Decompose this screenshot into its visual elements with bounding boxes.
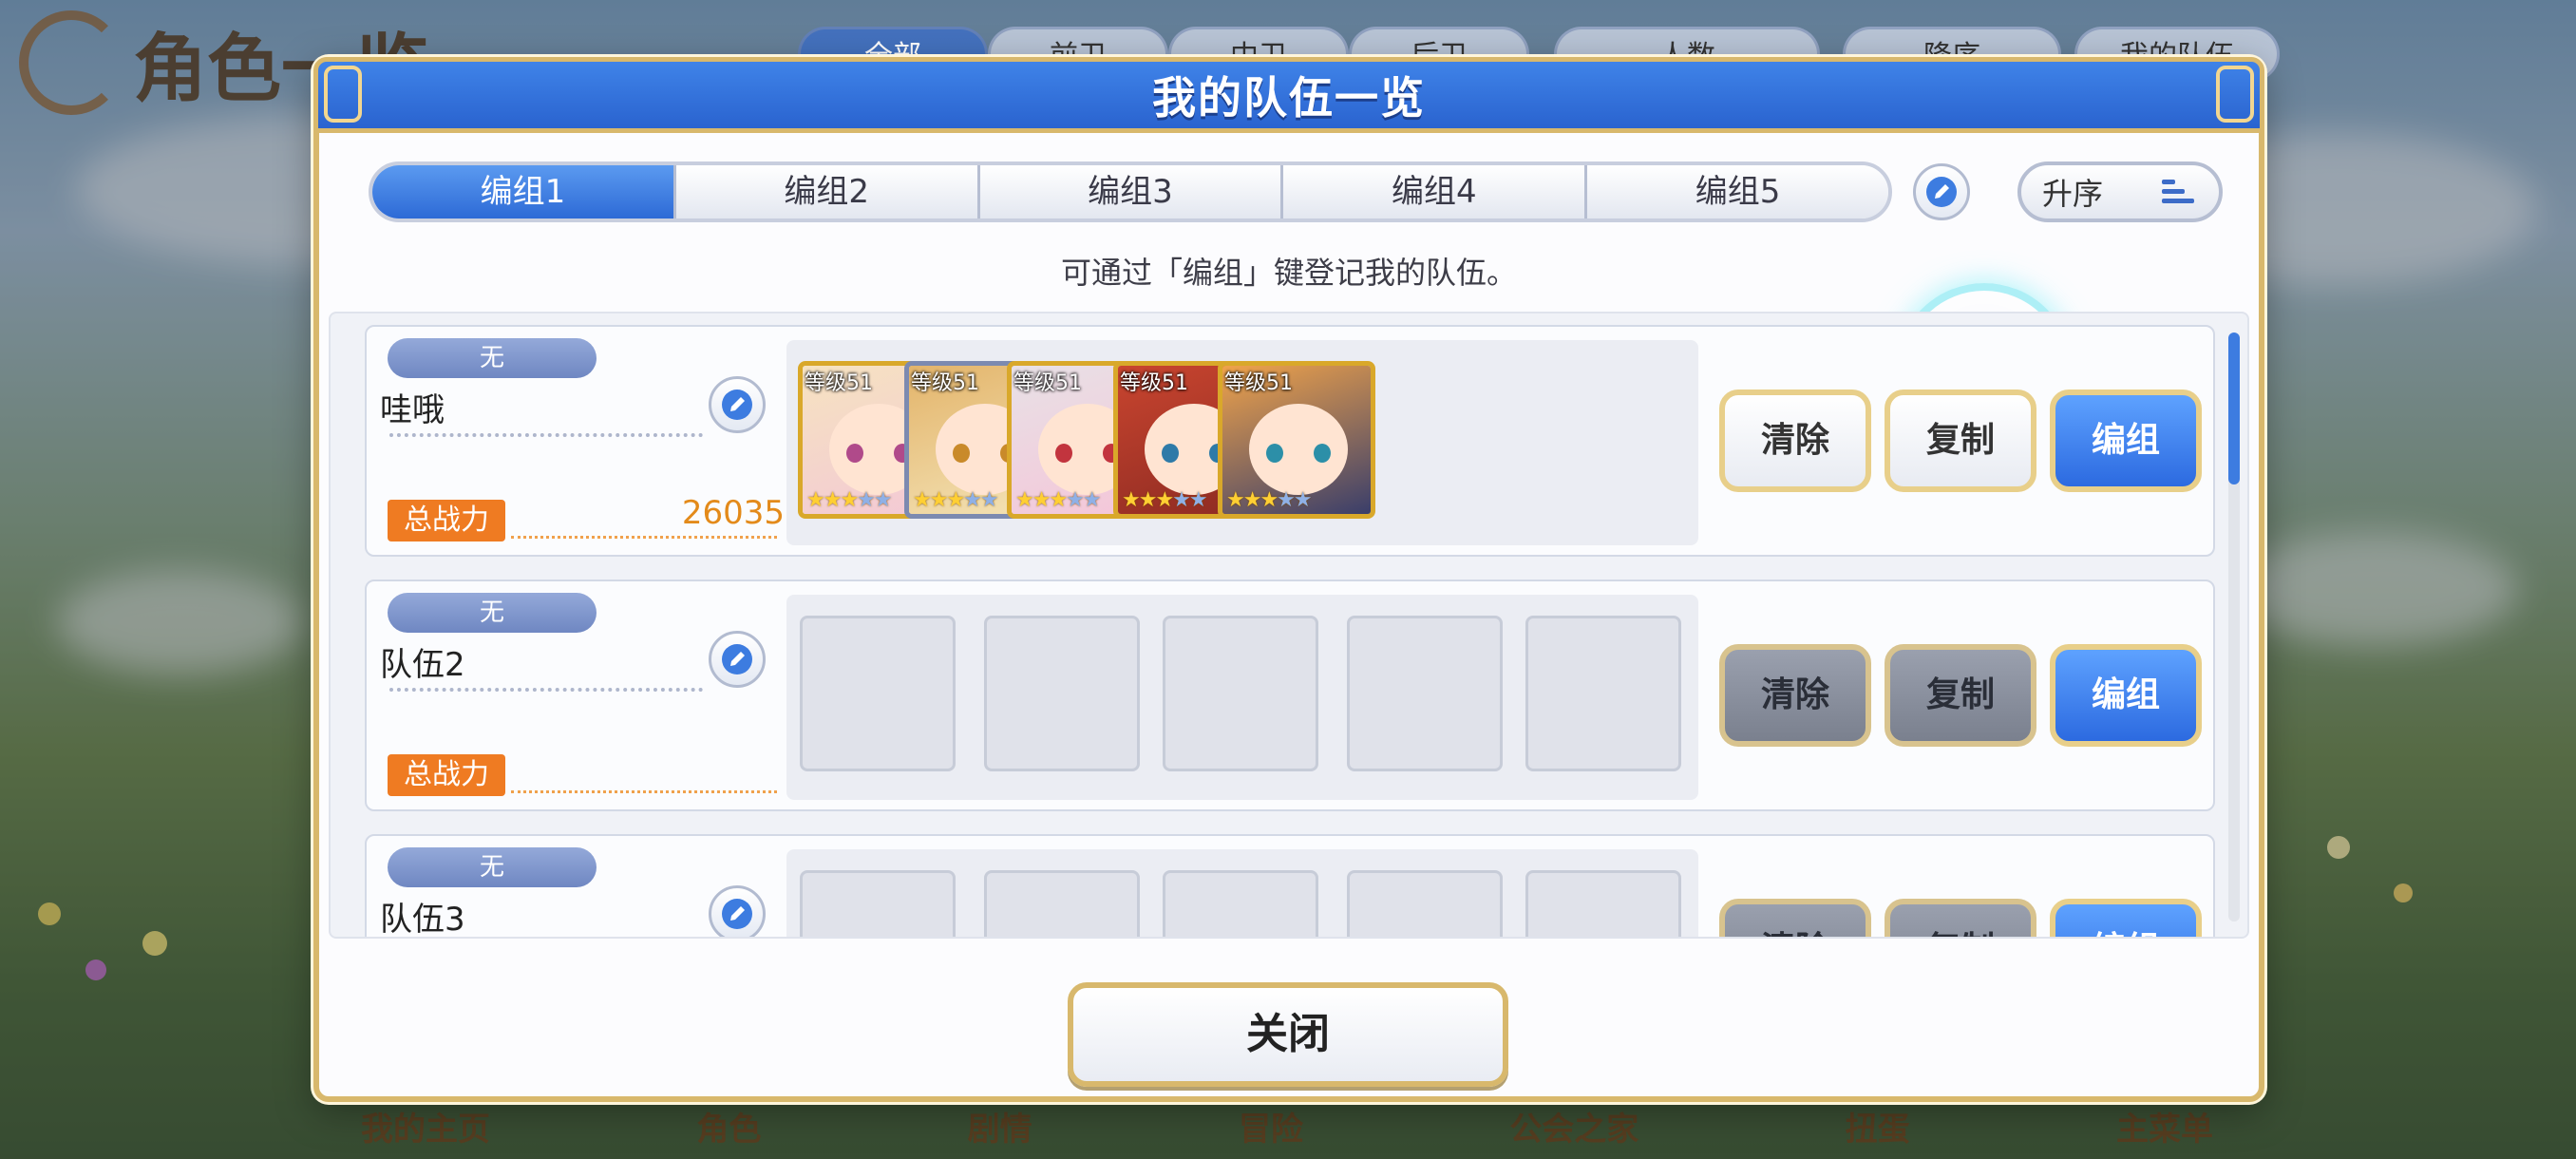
character-level: 等级51 [1224,371,1293,395]
close-button[interactable]: 关闭 [1068,982,1508,1087]
character-level: 等级51 [805,371,873,395]
character-eye [1314,444,1331,463]
bottom-nav: 我的主页 角色 剧情 冒险 公会之家 扭蛋 主菜单 [285,1092,2289,1159]
star-rating: ★★★★★ [806,488,893,512]
character-level: 等级51 [1013,371,1082,395]
character-eye [1162,444,1179,463]
team-member-slots [786,849,1698,937]
team-row-2: 无 队伍2 总战力 清除 复制 编组 [365,580,2215,811]
sort-order-button[interactable]: 升序 [2017,162,2223,222]
tab-group-3[interactable]: 编组3 [979,165,1284,218]
team-tag-badge: 无 [388,593,597,633]
team-tag-badge: 无 [388,847,597,887]
empty-member-slot[interactable] [800,616,956,771]
scroll-thumb[interactable] [2228,332,2240,484]
nav-my-page: 我的主页 [361,1110,490,1149]
star-rating: ★★★★★ [1226,488,1313,512]
power-underline [511,790,777,793]
pencil-icon [722,644,752,674]
rename-team-button[interactable] [709,631,766,688]
character-eye [1266,444,1283,463]
edit-team-button[interactable]: 编组 [2050,390,2202,492]
rename-group-button[interactable] [1913,163,1970,220]
team-name: 队伍2 [380,646,465,684]
sort-lines-icon [2162,180,2194,203]
empty-member-slot[interactable] [984,870,1140,937]
group-tabs: 编组1 编组2 编组3 编组4 编组5 [369,162,1892,222]
my-team-list-dialog: 我的队伍一览 编组1 编组2 编组3 编组4 编组5 升序 可通过「编组」键登记… [313,57,2264,1102]
star-rating: ★★★★★ [1122,488,1208,512]
character-face [1249,404,1348,495]
total-power-label: 总战力 [388,500,505,542]
empty-member-slot[interactable] [800,870,956,937]
edit-team-button[interactable]: 编组 [2050,899,2202,937]
total-power-value: 26035 [681,494,785,532]
team-name: 队伍3 [380,901,465,939]
empty-member-slot[interactable] [1347,870,1503,937]
copy-team-button[interactable]: 复制 [1885,644,2036,747]
tab-group-2[interactable]: 编组2 [675,165,980,218]
rename-team-button[interactable] [709,885,766,937]
team-row-3: 无 队伍3 清除 复制 编组 [365,834,2215,939]
corner-ornament-icon [324,66,362,123]
character-eye [953,444,970,463]
clear-team-button[interactable]: 清除 [1719,644,1871,747]
rename-team-button[interactable] [709,376,766,433]
copy-team-button[interactable]: 复制 [1885,390,2036,492]
star-rating: ★★★★★ [1015,488,1102,512]
copy-team-button[interactable]: 复制 [1885,899,2036,937]
team-member-slots [786,595,1698,800]
character-eye [1055,444,1072,463]
name-underline [389,688,703,692]
character-level: 等级51 [911,371,979,395]
power-underline [511,536,777,539]
pencil-icon [722,899,752,929]
team-list-scrollbar[interactable] [2228,332,2240,922]
tab-group-4[interactable]: 编组4 [1283,165,1588,218]
empty-member-slot[interactable] [1163,616,1318,771]
nav-gacha: 扭蛋 [1845,1110,1910,1149]
name-underline [389,433,703,437]
nav-main-menu: 主菜单 [2115,1110,2213,1149]
nav-story: 剧情 [967,1110,1032,1149]
tab-group-1[interactable]: 编组1 [372,165,676,218]
pencil-icon [1926,177,1957,207]
empty-member-slot[interactable] [1347,616,1503,771]
empty-member-slot[interactable] [1525,870,1681,937]
team-row-1: 无 哇哦 总战力 26035 等级51 ★★★★★ 等级51 ★★★★★ 等级5… [365,325,2215,557]
empty-member-slot[interactable] [1163,870,1318,937]
clear-team-button[interactable]: 清除 [1719,390,1871,492]
empty-member-slot[interactable] [984,616,1140,771]
team-name: 哇哦 [380,391,445,429]
tab-group-5[interactable]: 编组5 [1587,165,1888,218]
edit-team-button[interactable]: 编组 [2050,644,2202,747]
pencil-icon [722,390,752,420]
team-list: 无 哇哦 总战力 26035 等级51 ★★★★★ 等级51 ★★★★★ 等级5… [329,312,2249,939]
corner-ornament-icon [2216,66,2254,123]
nav-adventure: 冒险 [1238,1110,1303,1149]
character-level: 等级51 [1120,371,1188,395]
dialog-header: 我的队伍一览 [313,57,2264,133]
character-card[interactable]: 等级51 ★★★★★ [1218,361,1375,519]
nav-character: 角色 [696,1110,762,1149]
character-eye [846,444,863,463]
total-power-label: 总战力 [388,754,505,796]
empty-member-slot[interactable] [1525,616,1681,771]
sort-order-label: 升序 [2042,176,2104,212]
star-rating: ★★★★★ [913,488,999,512]
dialog-title: 我的队伍一览 [1152,72,1426,124]
swirl-ornament-icon [19,10,123,115]
nav-guild-house: 公会之家 [1509,1110,1639,1149]
clear-team-button[interactable]: 清除 [1719,899,1871,937]
team-tag-badge: 无 [388,338,597,378]
team-member-slots: 等级51 ★★★★★ 等级51 ★★★★★ 等级51 ★★★★★ 等级51 ★★… [786,340,1698,545]
